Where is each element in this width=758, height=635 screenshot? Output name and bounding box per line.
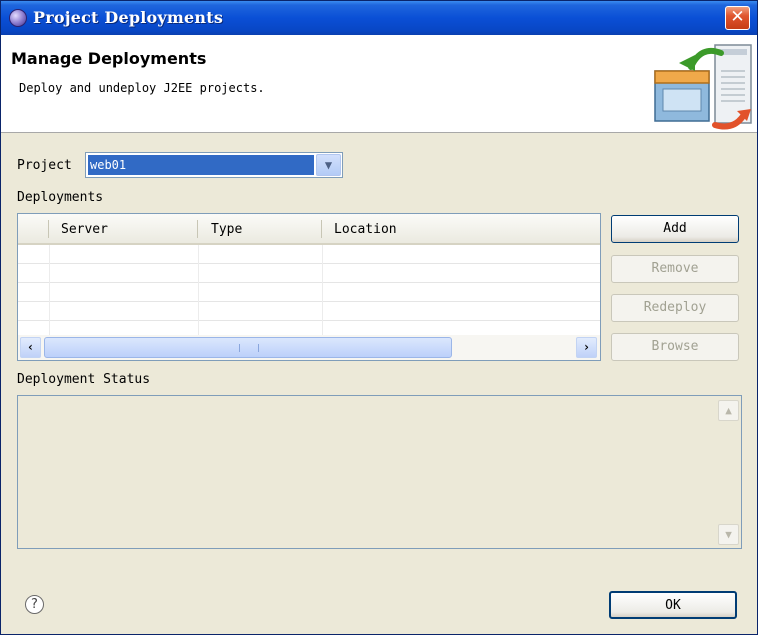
close-button[interactable]: ✕: [725, 6, 750, 30]
chevron-right-icon: ›: [582, 340, 591, 354]
table-horizontal-scrollbar[interactable]: ‹ ›: [18, 335, 600, 360]
header-banner: Manage Deployments Deploy and undeploy J…: [1, 35, 757, 133]
column-header-type[interactable]: Type: [211, 222, 242, 237]
scroll-right-button[interactable]: ›: [576, 337, 597, 358]
add-button[interactable]: Add: [611, 215, 739, 243]
deploy-server-icon: [654, 44, 752, 130]
table-row[interactable]: [18, 283, 600, 302]
scroll-down-button[interactable]: ▼: [718, 524, 739, 545]
title-bar[interactable]: Project Deployments ✕: [1, 1, 757, 35]
remove-button[interactable]: Remove: [611, 255, 739, 283]
chevron-left-icon: ‹: [26, 340, 35, 354]
table-row[interactable]: [18, 245, 600, 264]
chevron-down-icon: ▼: [324, 158, 333, 172]
ok-button[interactable]: OK: [609, 591, 737, 619]
grip-icon: [239, 344, 259, 352]
close-icon: ✕: [730, 7, 745, 27]
deployments-table[interactable]: Server Type Location ‹ ›: [17, 213, 601, 361]
column-divider: [321, 220, 322, 238]
project-label: Project: [17, 158, 72, 173]
status-vertical-scrollbar[interactable]: ▲ ▼: [716, 396, 741, 548]
project-dropdown-button[interactable]: ▼: [316, 154, 341, 176]
browse-button[interactable]: Browse: [611, 333, 739, 361]
redeploy-button[interactable]: Redeploy: [611, 294, 739, 322]
deployment-status-label: Deployment Status: [17, 372, 151, 387]
table-row[interactable]: [18, 264, 600, 283]
chevron-down-icon: ▼: [725, 528, 732, 541]
scroll-up-button[interactable]: ▲: [718, 400, 739, 421]
table-row[interactable]: [18, 302, 600, 321]
project-selected-value: web01: [88, 155, 314, 175]
column-gridline: [198, 245, 199, 335]
column-gridline: [49, 245, 50, 335]
column-divider: [197, 220, 198, 238]
help-icon[interactable]: ?: [25, 595, 44, 614]
window-title: Project Deployments: [33, 8, 224, 27]
project-select[interactable]: web01 ▼: [85, 152, 343, 178]
deployments-label: Deployments: [17, 190, 104, 205]
column-divider: [48, 220, 49, 238]
app-icon: [9, 9, 27, 27]
project-deployments-dialog: Project Deployments ✕ Manage Deployments…: [0, 0, 758, 635]
banner-description: Deploy and undeploy J2EE projects.: [19, 81, 265, 95]
column-gridline: [322, 245, 323, 335]
scrollbar-thumb[interactable]: [44, 337, 452, 358]
scroll-left-button[interactable]: ‹: [20, 337, 41, 358]
deployments-table-header: Server Type Location: [18, 214, 600, 245]
chevron-up-icon: ▲: [725, 404, 732, 417]
column-header-location[interactable]: Location: [334, 222, 397, 237]
column-header-server[interactable]: Server: [61, 222, 108, 237]
banner-title: Manage Deployments: [11, 49, 207, 68]
deployment-status-textarea[interactable]: ▲ ▼: [17, 395, 742, 549]
